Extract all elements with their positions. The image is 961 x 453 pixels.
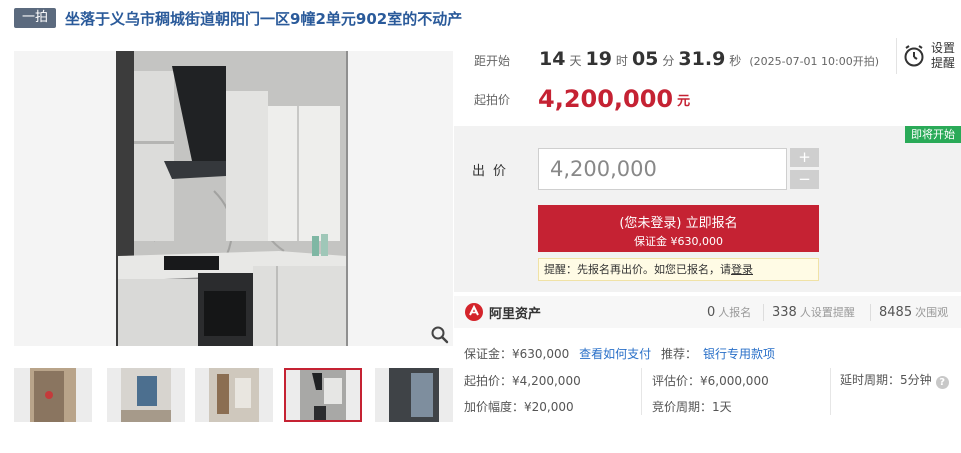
signup-button[interactable]: (您未登录) 立即报名 保证金 ¥630,000 [538,205,819,252]
thumbnail-5[interactable] [375,368,453,422]
detail-increment: 加价幅度：¥20,000 [464,400,574,414]
help-icon[interactable]: ? [935,376,949,389]
detail-bid-cycle: 竞价周期：1天 [652,400,732,414]
how-to-pay-link[interactable]: 查看如何支付 [579,347,651,361]
alarm-clock-icon [904,45,924,67]
bid-panel: 即将开始 出价 4,200,000 + − (您未登录) 立即报名 保证金 ¥6… [454,126,961,292]
bid-amount-input[interactable]: 4,200,000 [538,148,787,190]
stats-divider [870,304,871,321]
thumbnail-door-image [14,368,92,422]
view-count-value: 8485 [879,305,913,320]
reminder-count-label: 人设置提醒 [799,306,855,319]
title-row: 一拍 坐落于义乌市稠城街道朝阳门一区9幢2单元902室的不动产 [14,7,462,29]
zoom-icon[interactable] [430,325,450,345]
countdown-minutes: 05 [631,48,659,70]
extension-period-text: 延时周期：5分钟 [840,373,932,387]
reminder-count: 338 人设置提醒 [772,304,855,320]
signup-count-value: 0 [707,305,716,320]
login-notice: 提醒：先报名再出价。如您已报名，请登录 [538,258,819,281]
countdown-label: 距开始 [474,54,511,68]
countdown-seconds-unit: 秒 [729,54,742,68]
thumbnail-3[interactable] [195,368,273,422]
signup-count-label: 人报名 [718,306,752,319]
details-divider [641,368,642,415]
detail-appraisal-price: 评估价：¥6,000,000 [652,374,769,388]
reminder-label-line1: 设置 [931,41,956,55]
countdown-seconds: 31.9 [678,48,726,70]
auction-start-time: (2025-07-01 10:00开拍) [749,55,880,68]
login-link[interactable]: 登录 [731,263,753,276]
round-badge: 一拍 [14,8,57,28]
main-photo[interactable] [14,51,453,346]
set-reminder-button[interactable]: 设置 提醒 [896,38,958,74]
countdown-days-unit: 天 [569,54,582,68]
bid-increase-button[interactable]: + [790,148,819,167]
thumbnail-4-selected[interactable] [284,368,362,422]
bid-label: 出价 [472,164,515,179]
countdown: 距开始 14 天 19 时 05 分 31.9 秒 (2025-07-01 10… [474,48,879,70]
recommend-label: 推荐： [660,347,697,361]
reminder-count-value: 338 [772,305,797,320]
thumbnail-strip [14,368,453,424]
kitchen-photo [14,51,453,346]
ali-assets-logo: 阿里资产 [464,302,541,322]
notice-text: 提醒：先报名再出价。如您已报名，请 [544,263,731,276]
start-price-unit: 元 [677,93,691,109]
thumbnail-2[interactable] [107,368,185,422]
view-count-label: 次围观 [915,306,949,319]
thumbnail-window-image [375,368,453,422]
signup-button-label: (您未登录) 立即报名 [619,216,738,231]
start-price-value: 4,200,000 [538,85,674,113]
countdown-days: 14 [539,48,566,70]
bid-decrease-button[interactable]: − [790,170,819,189]
signup-deposit-label: 保证金 ¥630,000 [634,235,723,248]
status-badge: 即将开始 [905,126,961,143]
stats-divider [763,304,764,321]
ali-assets-logo-text: 阿里资产 [489,306,542,322]
countdown-minutes-unit: 分 [662,54,675,68]
thumbnail-kitchen-image [286,370,360,420]
countdown-hours-unit: 时 [615,54,628,68]
reminder-label-line2: 提醒 [931,56,956,70]
thumbnail-room-image [107,368,185,422]
detail-start-price: 起拍价：¥4,200,000 [464,374,581,388]
thumbnail-1[interactable] [14,368,92,422]
bank-account-link[interactable]: 银行专用款项 [703,347,775,361]
view-count: 8485 次围观 [879,304,948,320]
deposit-row: 保证金：¥630,000 查看如何支付 推荐： 银行专用款项 [464,345,775,362]
start-price-row: 起拍价 4,200,000 元 [474,85,690,113]
detail-extension-period: 延时周期：5分钟? [840,371,949,389]
ali-assets-logo-icon [465,303,483,321]
page-title: 坐落于义乌市稠城街道朝阳门一区9幢2单元902室的不动产 [65,9,463,28]
countdown-hours: 19 [585,48,612,70]
deposit-value: 保证金：¥630,000 [464,347,570,361]
start-price-label: 起拍价 [474,92,511,107]
details-divider [830,368,831,415]
signup-count: 0 人报名 [707,304,751,320]
stats-bar: 阿里资产 0 人报名 338 人设置提醒 8485 次围观 [454,296,961,328]
thumbnail-hallway-image [195,368,273,422]
